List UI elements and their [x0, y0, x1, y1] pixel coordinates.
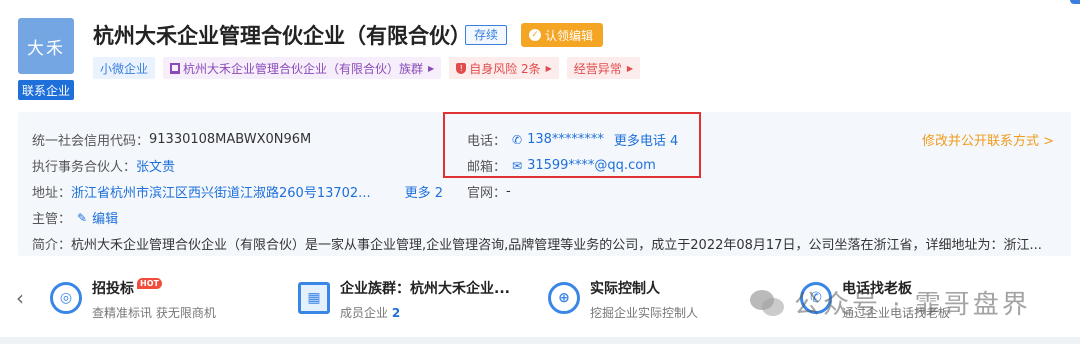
address-more-link[interactable]: 更多 2 [405, 182, 443, 201]
divider [0, 337, 1080, 344]
verified-icon: ✓ [529, 29, 541, 41]
edit-icon: ✎ [77, 210, 88, 225]
target-icon: ◎ [50, 282, 82, 314]
tag-label: 小微企业 [100, 61, 149, 76]
website-label: 官网： [467, 186, 507, 201]
website-row: 官网： - [467, 182, 511, 201]
crosshair-icon: ⊕ [548, 282, 580, 314]
company-name: 杭州大禾企业管理合伙企业（有限合伙） [93, 24, 471, 48]
tag-risk[interactable]: ! 自身风险 2条 ▶ [449, 57, 559, 79]
tag-label: 自身风险 2条 [469, 61, 541, 76]
partner-link[interactable]: 张文贵 [136, 156, 175, 175]
card-bidding[interactable]: ◎ 招投标 HOT 查精准标讯 获无限商机 [50, 277, 216, 321]
caret-right-icon: ▶ [428, 63, 435, 73]
tag-label: 经营异常 [573, 61, 622, 76]
wechat-icon [750, 288, 786, 318]
tag-group[interactable]: 杭州大禾企业管理合伙企业（有限合伙）族群 ▶ [163, 57, 442, 79]
card-subtitle: 挖掘企业实际控制人 [590, 306, 699, 320]
address-row: 地址： 浙江省杭州市滨江区西兴街道江淑路260号13702... 更多 2 [32, 182, 443, 201]
card-subtitle: 查精准标讯 获无限商机 [92, 306, 216, 320]
status-badge: 存续 [465, 25, 508, 45]
intro-label: 简介： [32, 238, 72, 253]
member-count: 2 [391, 306, 401, 320]
highlight-box [443, 112, 701, 178]
card-title: 实际控制人 [590, 281, 660, 297]
authority-edit-link[interactable]: 编辑 [92, 208, 118, 227]
address-label: 地址： [32, 186, 72, 201]
card-title: 企业族群：杭州大禾企业... [340, 281, 510, 297]
watermark-text: 公众号 · 霏哥盘界 [794, 290, 1031, 320]
partner-row: 执行事务合伙人： 张文贵 [32, 156, 175, 175]
authority-label: 主管： [32, 212, 72, 227]
credit-code-value: 91330108MABWX0N96M [149, 132, 312, 147]
intro-text: 杭州大禾企业管理合伙企业（有限合伙）是一家从事企业管理,企业管理咨询,品牌管理等… [71, 238, 1042, 253]
card-group[interactable]: ▦ 企业族群：杭州大禾企业... 成员企业 2 [298, 278, 510, 321]
modify-contact-link[interactable]: 修改并公开联系方式 > [922, 130, 1054, 149]
partner-label: 执行事务合伙人： [32, 160, 137, 175]
caret-right-icon: ▶ [545, 63, 552, 73]
claim-edit-button[interactable]: ✓ 认领编辑 [521, 23, 604, 47]
card-subtitle: 成员企业 2 [340, 304, 510, 321]
contact-company-tag[interactable]: 联系企业 [18, 80, 74, 100]
tag-small-enterprise[interactable]: 小微企业 [93, 57, 156, 79]
building-icon [170, 62, 181, 74]
corner-decoration [1070, 0, 1080, 4]
card-controller[interactable]: ⊕ 实际控制人 挖掘企业实际控制人 [548, 278, 698, 321]
credit-code-row: 统一社会信用代码： 91330108MABWX0N96M [32, 130, 311, 149]
watermark: 公众号 · 霏哥盘界 [750, 284, 1031, 321]
address-link[interactable]: 浙江省杭州市滨江区西兴街道江淑路260号13702... [71, 182, 371, 201]
company-logo: 大禾 [18, 18, 74, 74]
building-icon: ▦ [298, 282, 330, 314]
tag-label: 杭州大禾企业管理合伙企业（有限合伙）族群 [183, 61, 424, 76]
tag-abnormal[interactable]: 经营异常 ▶ [566, 57, 640, 79]
company-tags: 小微企业 杭州大禾企业管理合伙企业（有限合伙）族群 ▶ ! 自身风险 2条 ▶ … [93, 57, 640, 79]
website-value: - [506, 184, 511, 199]
credit-code-label: 统一社会信用代码： [32, 134, 150, 149]
claim-edit-label: 认领编辑 [545, 28, 594, 43]
shield-icon: ! [456, 62, 467, 74]
chevron-left-icon[interactable]: ‹ [16, 286, 24, 310]
intro-row: 简介： 杭州大禾企业管理合伙企业（有限合伙）是一家从事企业管理,企业管理咨询,品… [32, 234, 1052, 253]
hot-badge: HOT [137, 277, 162, 289]
card-sub-prefix: 成员企业 [340, 306, 392, 320]
card-title: 招投标 [92, 281, 134, 297]
caret-right-icon: ▶ [626, 63, 633, 73]
authority-row: 主管： ✎ 编辑 [32, 208, 118, 228]
